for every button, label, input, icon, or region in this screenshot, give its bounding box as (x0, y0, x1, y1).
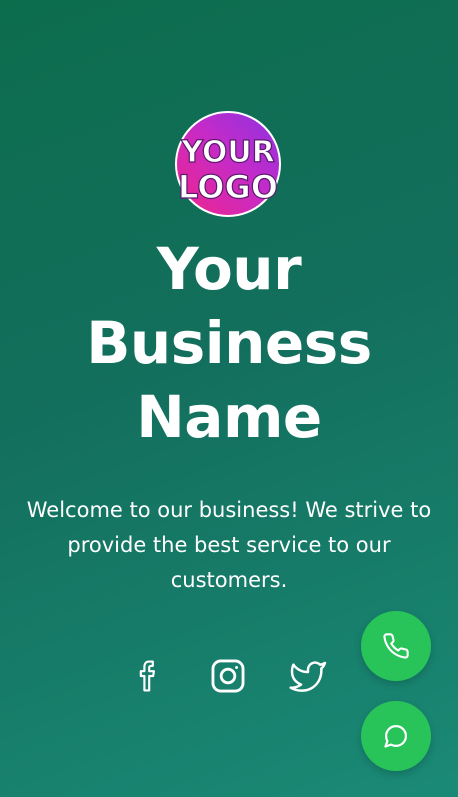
landing-page: YOUR LOGO Your Business Name Welcome to ou… (0, 0, 458, 797)
call-button[interactable] (361, 611, 431, 681)
whatsapp-button[interactable] (361, 701, 431, 771)
business-name-line-2: Business (86, 309, 372, 377)
phone-icon (383, 633, 409, 659)
twitter-icon (289, 661, 327, 692)
business-name-heading: Your Business Name (20, 232, 438, 454)
social-links (125, 652, 331, 700)
whatsapp-icon (384, 724, 408, 748)
logo-text-line-1: YOUR (180, 135, 275, 170)
business-name-line-1: Your (156, 235, 302, 303)
business-tagline: Welcome to our business! We strive to pr… (26, 498, 432, 592)
logo-text-line-2: LOGO (178, 168, 278, 206)
instagram-icon (211, 659, 245, 693)
logo-badge-icon: YOUR LOGO (175, 111, 281, 217)
twitter-link[interactable] (285, 653, 331, 699)
facebook-icon (139, 660, 155, 692)
business-logo: YOUR LOGO (172, 108, 284, 220)
facebook-link[interactable] (125, 653, 171, 699)
business-name-line-3: Name (136, 383, 322, 451)
instagram-link[interactable] (205, 653, 251, 699)
